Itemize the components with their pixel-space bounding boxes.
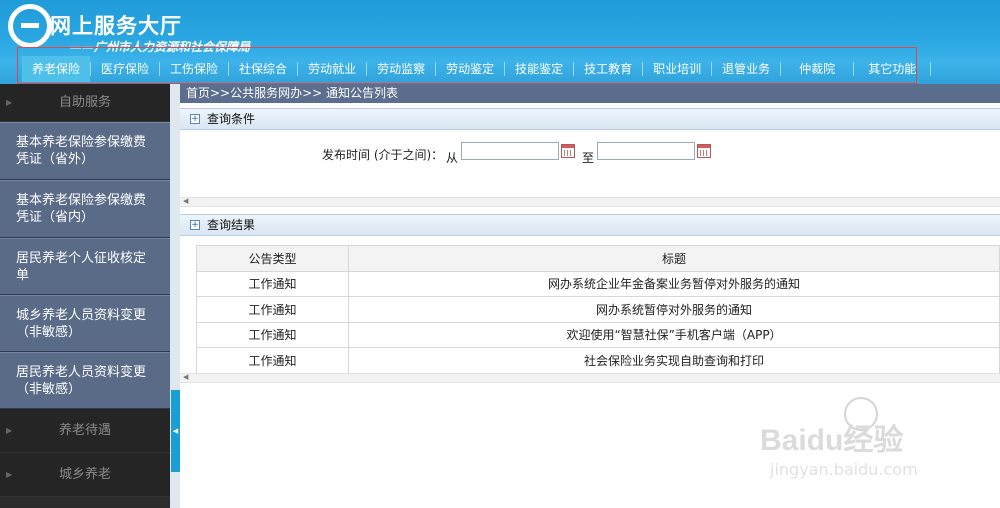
column-header-title: 标题 <box>348 245 1000 272</box>
notice-type-cell: 工作通知 <box>196 296 349 323</box>
nav-item-injury[interactable]: 工伤保险 <box>160 56 228 82</box>
nav-item-tech-education[interactable]: 技工教育 <box>574 56 642 82</box>
sidebar-item-label: 基本养老保险参保缴费凭证（省外） <box>16 135 147 167</box>
notice-title-link[interactable]: 网办系统暂停对外服务的通知 <box>348 296 1000 323</box>
results-panel-title: 查询结果 <box>207 218 256 232</box>
e-logo-icon <box>8 4 52 48</box>
sidebar-section-label: 城乡养老 <box>58 467 111 482</box>
triangle-right-icon: ▶ <box>6 426 13 435</box>
sidebar-item-label: 居民养老人员资料变更（非敏感） <box>16 364 147 397</box>
nav-item-other[interactable]: 其它功能 <box>854 56 930 82</box>
calendar-icon[interactable] <box>697 144 711 158</box>
notice-title-link[interactable]: 网办系统企业年金备案业务暂停对外服务的通知 <box>348 270 1000 297</box>
sidebar: ▶ 自助服务 基本养老保险参保缴费凭证（省外） 基本养老保险参保缴费凭证（省内）… <box>0 84 170 508</box>
sidebar-item-label: 城乡养老人员资料变更（非敏感） <box>16 307 147 340</box>
sidebar-item-urban-rural-info-change[interactable]: 城乡养老人员资料变更（非敏感） <box>0 295 170 352</box>
nav-item-skill-appraisal[interactable]: 技能鉴定 <box>505 56 573 82</box>
notice-type-cell: 工作通知 <box>196 321 349 348</box>
sidebar-item-resident-pension-assessment[interactable]: 居民养老个人征收核定单 <box>0 238 170 295</box>
expand-plus-icon[interactable]: + <box>190 220 200 230</box>
nav-item-vocational-training[interactable]: 职业培训 <box>643 56 711 82</box>
publish-time-label: 发布时间 (介于之间)： <box>322 148 444 162</box>
sidebar-section-self-service[interactable]: ▶ 自助服务 <box>0 84 170 122</box>
nav-item-retiree-management[interactable]: 退管业务 <box>712 56 780 82</box>
sidebar-section-label: 养老待遇 <box>58 423 111 438</box>
watermark-url: jingyan.baidu.com <box>770 460 918 479</box>
table-header-row: 公告类型 标题 <box>196 245 1000 272</box>
nav-item-arbitration[interactable]: 仲裁院 <box>781 56 853 82</box>
nav-item-social-general[interactable]: 社保综合 <box>229 56 297 82</box>
nav-divider <box>930 62 932 76</box>
triangle-right-icon: ▶ <box>6 470 13 479</box>
horizontal-scrollbar[interactable]: ◀ <box>180 197 1000 207</box>
sidebar-section-urban-rural-pension[interactable]: ▶ 城乡养老 <box>0 453 170 497</box>
query-panel-title: 查询条件 <box>207 112 256 126</box>
sidebar-collapse-button[interactable]: ◀ <box>171 390 180 472</box>
triangle-right-icon: ▶ <box>6 98 13 107</box>
to-label: 至 <box>582 151 595 165</box>
expand-plus-icon[interactable]: + <box>190 114 200 124</box>
query-panel-header[interactable]: + 查询条件 <box>180 108 1000 130</box>
sidebar-item-pension-certificate-out-province[interactable]: 基本养老保险参保缴费凭证（省外） <box>0 122 170 180</box>
horizontal-scrollbar[interactable]: ◀ <box>180 373 1000 383</box>
watermark-text: Baidu经验 <box>760 424 904 457</box>
nav-item-employment[interactable]: 劳动就业 <box>298 56 366 82</box>
date-to-input[interactable] <box>597 142 695 160</box>
sidebar-item-label: 居民养老个人征收核定单 <box>16 250 147 283</box>
nav-item-pension[interactable]: 养老保险 <box>22 56 91 82</box>
calendar-icon[interactable] <box>561 144 575 158</box>
nav-item-medical[interactable]: 医疗保险 <box>91 56 159 82</box>
sidebar-item-pension-certificate-in-province[interactable]: 基本养老保险参保缴费凭证（省内） <box>0 180 170 238</box>
notice-type-cell: 工作通知 <box>196 347 349 374</box>
results-area: 公告类型 标题 工作通知 网办系统企业年金备案业务暂停对外服务的通知 工作通知 … <box>180 236 1000 374</box>
notice-title-link[interactable]: 欢迎使用“智慧社保”手机客户端（APP） <box>348 321 1000 348</box>
nav-item-labor-appraisal[interactable]: 劳动鉴定 <box>436 56 504 82</box>
table-row[interactable]: 工作通知 社会保险业务实现自助查询和打印 <box>196 347 1000 374</box>
notice-type-cell: 工作通知 <box>196 270 349 297</box>
sidebar-section-label: 自助服务 <box>58 95 111 110</box>
nav-item-labor-inspection[interactable]: 劳动监察 <box>367 56 435 82</box>
from-label: 从 <box>446 151 459 165</box>
date-from-input[interactable] <box>461 142 559 160</box>
column-header-type: 公告类型 <box>196 245 349 272</box>
query-form: 发布时间 (介于之间)： 从 至 <box>180 130 1000 197</box>
notice-title-link[interactable]: 社会保险业务实现自助查询和打印 <box>348 347 1000 374</box>
breadcrumb: 首页>>公共服务网办>> 通知公告列表 <box>180 84 1000 103</box>
results-panel-header[interactable]: + 查询结果 <box>180 214 1000 236</box>
sidebar-item-label: 基本养老保险参保缴费凭证（省内） <box>16 193 147 225</box>
main-nav: 养老保险 医疗保险 工伤保险 社保综合 劳动就业 劳动监察 劳动鉴定 技能鉴定 … <box>22 56 932 82</box>
baidu-watermark: Baidu经验 jingyan.baidu.com <box>760 395 1000 508</box>
sidebar-section-pension-benefit[interactable]: ▶ 养老待遇 <box>0 409 170 453</box>
notice-table: 公告类型 标题 工作通知 网办系统企业年金备案业务暂停对外服务的通知 工作通知 … <box>196 245 1000 374</box>
table-row[interactable]: 工作通知 欢迎使用“智慧社保”手机客户端（APP） <box>196 321 1000 348</box>
header-banner: 网上服务大厅 ——广州市人力资源和社会保障局 养老保险 医疗保险 工伤保险 社保… <box>0 0 1000 88</box>
sidebar-item-resident-info-change[interactable]: 居民养老人员资料变更（非敏感） <box>0 352 170 409</box>
scroll-left-icon[interactable]: ◀ <box>183 373 188 381</box>
scroll-left-icon[interactable]: ◀ <box>183 197 188 205</box>
site-title: 网上服务大厅 <box>50 14 182 38</box>
table-row[interactable]: 工作通知 网办系统暂停对外服务的通知 <box>196 296 1000 323</box>
table-row[interactable]: 工作通知 网办系统企业年金备案业务暂停对外服务的通知 <box>196 270 1000 297</box>
